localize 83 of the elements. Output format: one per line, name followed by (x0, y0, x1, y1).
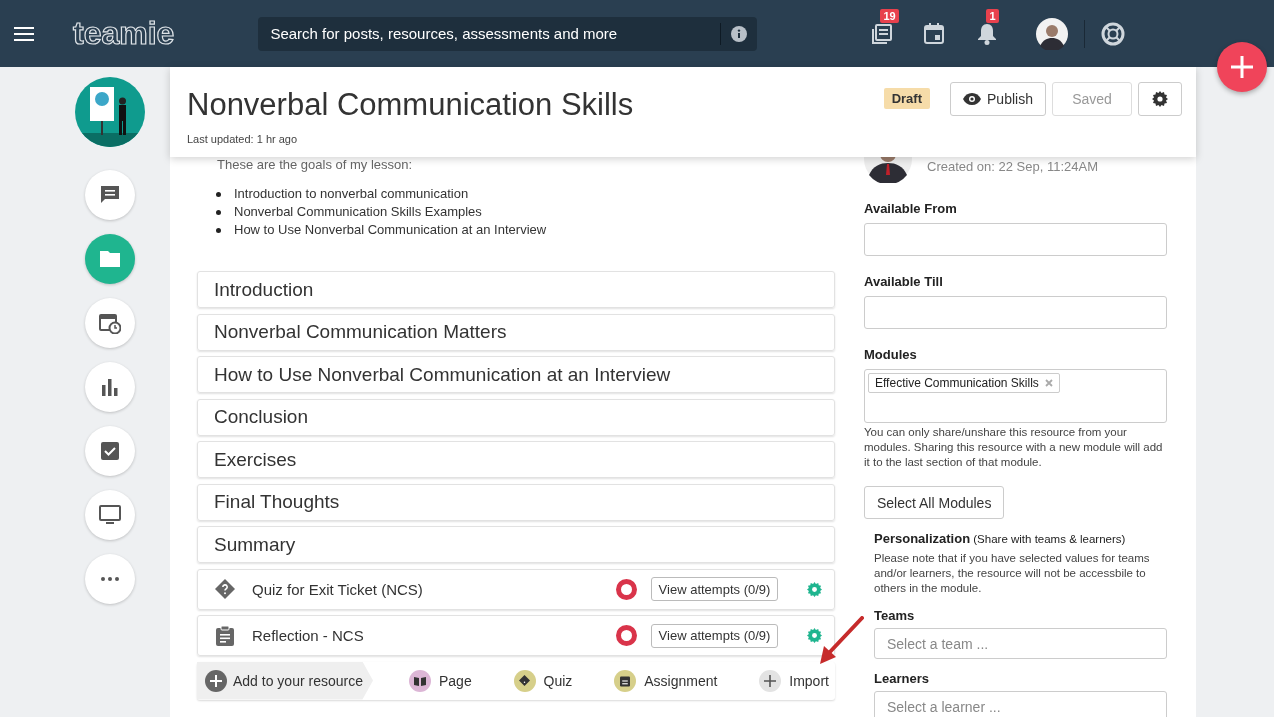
add-option[interactable]: Import (759, 669, 829, 692)
section-row[interactable]: How to Use Nonverbal Communication at an Interview (197, 356, 835, 393)
status-badge: Draft (883, 88, 930, 109)
created-date: Created on: 22 Sep, 11:24AM (927, 159, 1099, 174)
sidebar-button[interactable] (85, 490, 135, 540)
folder-icon (99, 250, 121, 268)
add-resource-button[interactable]: Add to your resource (197, 661, 373, 700)
eye-icon (963, 93, 982, 105)
checkbox-icon (100, 441, 120, 461)
section-row[interactable]: Exercises (197, 441, 835, 478)
user-avatar[interactable] (1036, 17, 1069, 50)
activity-title[interactable]: Quiz for Exit Ticket (NCS) (252, 580, 616, 598)
field-label: Teams (874, 608, 916, 623)
clipboard-icon (215, 625, 235, 646)
question-diamond-icon (519, 675, 531, 686)
select-all-button[interactable]: Select All Modules (864, 486, 1005, 519)
settings-icon[interactable] (807, 581, 822, 597)
sidebar-button[interactable] (85, 298, 135, 348)
settings-button[interactable] (1138, 82, 1182, 116)
menu-icon[interactable] (14, 26, 34, 41)
calendar-clock-icon (99, 312, 121, 334)
modules-note: You can only share/unshare this resource from your modules. Sharing this resource with a new module will add it to the last section of that module. (864, 425, 1164, 470)
learners-field[interactable]: Select a learner ... (874, 691, 1167, 717)
sidebar-button[interactable] (85, 362, 135, 412)
calendar-icon[interactable] (924, 22, 945, 45)
settings-icon[interactable] (807, 628, 822, 643)
book-icon (414, 675, 426, 686)
goal-item: How to Use Nonverbal Communication at an Interview (234, 221, 547, 239)
section-row[interactable]: Final Thoughts (197, 483, 835, 521)
field-label: Learners (874, 671, 930, 686)
last-updated: Last updated: 1 hr ago (187, 133, 299, 145)
view-attempts-button[interactable]: View attempts (0/9) (651, 623, 778, 648)
plus-icon (1231, 56, 1253, 78)
bullet-icon (216, 209, 221, 215)
search-field[interactable]: Search for posts, resources, assessments and more (258, 16, 758, 51)
settings-icon (1152, 91, 1168, 107)
more-icon (101, 577, 119, 581)
teams-field[interactable]: Select a team ... (874, 628, 1167, 659)
goal-item: Nonverbal Communication Skills Examples (234, 203, 482, 221)
add-option[interactable]: Page (409, 669, 472, 692)
personalization-heading: Personalization (Share with teams & learners) (874, 531, 1127, 546)
add-button[interactable] (1217, 42, 1267, 92)
publish-button[interactable]: Publish (950, 82, 1046, 116)
question-diamond-icon (215, 579, 235, 599)
activity-title[interactable]: Reflection - NCS (252, 627, 616, 644)
goal-item: Introduction to nonverbal communication (234, 185, 469, 203)
sidebar-button[interactable] (85, 170, 135, 220)
sidebar-button[interactable] (85, 426, 135, 476)
notification-badge: 1 (986, 8, 999, 23)
goals-intro: These are the goals of my lesson: (217, 157, 414, 173)
clipboard-icon (620, 674, 631, 687)
chat-icon (99, 184, 121, 206)
tag-label: Effective Communication Skills (875, 376, 1039, 390)
section-row[interactable]: Nonverbal Communication Matters (197, 313, 835, 351)
view-attempts-button[interactable]: View attempts (0/9) (651, 577, 778, 601)
plus-icon (764, 674, 777, 687)
personalization-note: Please note that if you have selected values for teams and/or learners, the resource will not be accessbile to others in the module. (874, 551, 1151, 596)
bullet-icon (216, 227, 221, 233)
modules-field[interactable]: Effective Communication Skills (864, 369, 1167, 423)
status-ring-icon (616, 625, 637, 646)
date-field[interactable] (864, 296, 1167, 329)
add-option[interactable]: Quiz (513, 669, 573, 692)
bar-chart-icon (101, 378, 119, 396)
info-icon[interactable] (731, 25, 748, 42)
notification-badge: 19 (880, 8, 899, 23)
field-label: Available Till (864, 274, 944, 289)
section-row[interactable]: Introduction (197, 271, 835, 308)
feed-icon[interactable] (871, 22, 894, 45)
section-row[interactable]: Summary (197, 526, 835, 563)
monitor-icon (99, 505, 121, 525)
status-ring-icon (616, 578, 637, 600)
section-row[interactable]: Conclusion (197, 398, 835, 436)
bell-icon[interactable] (977, 22, 998, 45)
add-option[interactable]: Assignment (614, 669, 718, 692)
plus-circle-icon (205, 669, 227, 692)
date-field[interactable] (864, 223, 1167, 256)
field-label: Available From (864, 201, 958, 216)
user-avatar (864, 157, 912, 183)
help-icon[interactable] (1101, 21, 1126, 46)
logo[interactable]: teamie (73, 15, 175, 52)
field-label: Modules (864, 347, 918, 362)
bullet-icon (216, 191, 221, 197)
page-title: Nonverbal Communication Skills (187, 87, 634, 123)
